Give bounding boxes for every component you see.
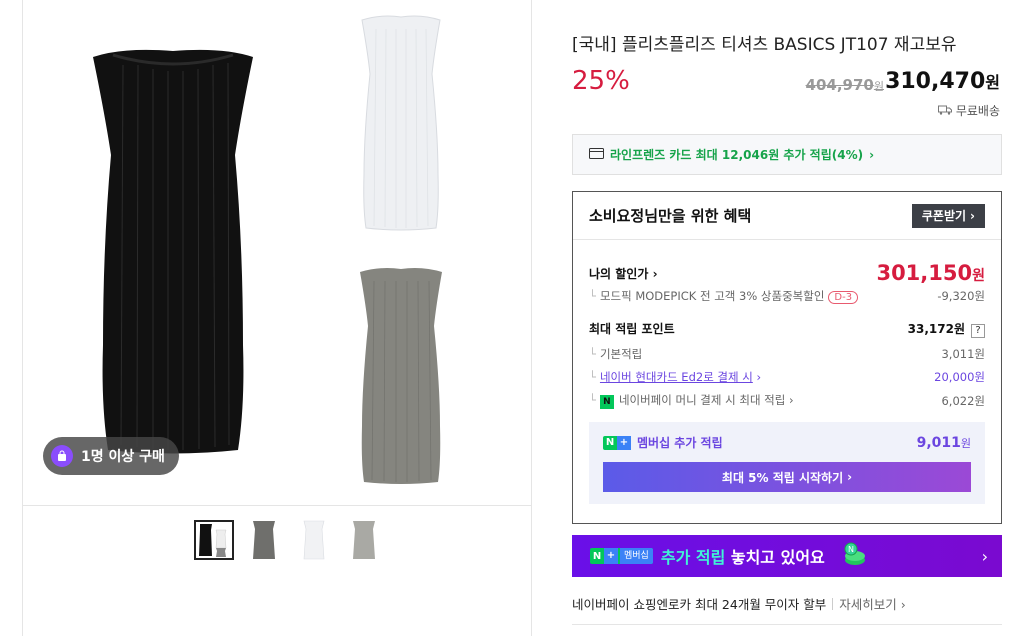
my-discount-row: 나의 할인가 › 301,150원 — [589, 261, 985, 285]
gray-dress-image — [360, 268, 442, 484]
chevron-right-icon: › — [847, 470, 853, 484]
delivery-info: 무료배송 — [937, 102, 1000, 119]
promo-more-link[interactable]: 자세히보기 › — [839, 594, 906, 613]
installment-promo: 네이버페이 쇼핑엔로카 최대 24개월 무이자 할부 자세히보기 › — [572, 594, 906, 613]
membership-box: N + 멤버십 추가 적립 9,011원 최대 5% 적립 시작하기 › — [589, 422, 985, 504]
svg-text:N: N — [848, 545, 854, 554]
truck-icon — [937, 104, 952, 118]
my-discount-price: 301,150원 — [876, 261, 985, 285]
buyer-count-text: 1명 이상 구매 — [81, 449, 165, 465]
product-gallery: 1명 이상 구매 — [22, 0, 532, 636]
chevron-right-icon: › — [970, 208, 975, 223]
npay-icon: N — [599, 395, 614, 409]
promo-text: 네이버페이 쇼핑엔로카 최대 24개월 무이자 할부 — [572, 597, 827, 612]
white-dress-image — [361, 15, 441, 231]
benefit-header: 소비요정님만을 위한 혜택 쿠폰받기 › — [573, 192, 1001, 240]
max-point-label: 최대 적립 포인트 — [589, 322, 675, 337]
banner-text: 추가 적립 놓치고 있어요 — [660, 548, 825, 567]
card-point-row: └ 네이버 현대카드 Ed2로 결제 시 › 20,000원 — [589, 370, 985, 384]
benefit-panel: 소비요정님만을 위한 혜택 쿠폰받기 › 나의 할인가 › 301,150원 └ 모… — [572, 191, 1002, 524]
help-icon[interactable]: ? — [971, 323, 985, 338]
max-point-row: 최대 적립 포인트 33,172원? — [589, 320, 985, 338]
naver-plus-membership-icon: N + 멤버십 — [590, 548, 653, 564]
card-promo-text: 라인프렌즈 카드 최대 12,046원 추가 적립(4%) — [610, 148, 864, 162]
thumbnail-gray[interactable] — [244, 520, 284, 560]
basic-point-row: └ 기본적립 3,011원 — [589, 347, 985, 361]
thumbnail-white[interactable] — [294, 520, 334, 560]
benefit-heading: 소비요정님만을 위한 혜택 — [589, 207, 752, 225]
original-price: 404,970원 — [805, 76, 884, 94]
naver-plus-icon: N + — [603, 435, 631, 450]
product-title: [국내] 플리츠플리즈 티셔츠 BASICS JT107 재고보유 — [572, 35, 957, 55]
max-point-value: 33,172원 — [907, 322, 965, 336]
npay-link[interactable]: 네이버페이 머니 결제 시 최대 적립 — [619, 393, 785, 407]
d-day-badge: D-3 — [828, 291, 859, 304]
my-discount-link[interactable]: 나의 할인가 › — [589, 265, 658, 282]
divider — [572, 624, 1002, 625]
start-membership-button[interactable]: 최대 5% 적립 시작하기 › — [603, 462, 971, 492]
get-coupon-button[interactable]: 쿠폰받기 › — [911, 203, 985, 228]
modepick-row: └ 모드픽 MODEPICK 전 고객 3% 상품중복할인 D-3 -9,320원 — [589, 289, 985, 304]
membership-row: N + 멤버십 추가 적립 9,011원 — [603, 434, 971, 451]
buyer-count-badge: 1명 이상 구매 — [43, 437, 179, 475]
shopping-bag-icon — [51, 445, 73, 467]
thumbnail-list — [194, 520, 384, 560]
membership-banner[interactable]: N + 멤버십 추가 적립 놓치고 있어요 N › — [572, 535, 1002, 577]
credit-card-icon — [589, 147, 604, 162]
npay-point-row: └ N 네이버페이 머니 결제 시 최대 적립 › 6,022원 — [589, 393, 985, 409]
main-product-image[interactable]: 1명 이상 구매 — [23, 0, 531, 506]
chevron-right-icon: › — [869, 147, 875, 162]
sale-price: 310,470원 — [885, 69, 1000, 94]
card-promo-link[interactable]: 라인프렌즈 카드 최대 12,046원 추가 적립(4%) › — [572, 134, 1002, 175]
thumbnail-black-white[interactable] — [194, 520, 234, 560]
naver-card-link[interactable]: 네이버 현대카드 Ed2로 결제 시 — [600, 370, 753, 384]
coins-icon: N — [839, 540, 867, 572]
modepick-amount: -9,320원 — [937, 289, 985, 303]
chevron-right-icon: › — [981, 546, 988, 566]
black-dress-image — [93, 49, 253, 454]
discount-rate: 25% — [572, 66, 630, 96]
thumbnail-light-gray[interactable] — [344, 520, 384, 560]
